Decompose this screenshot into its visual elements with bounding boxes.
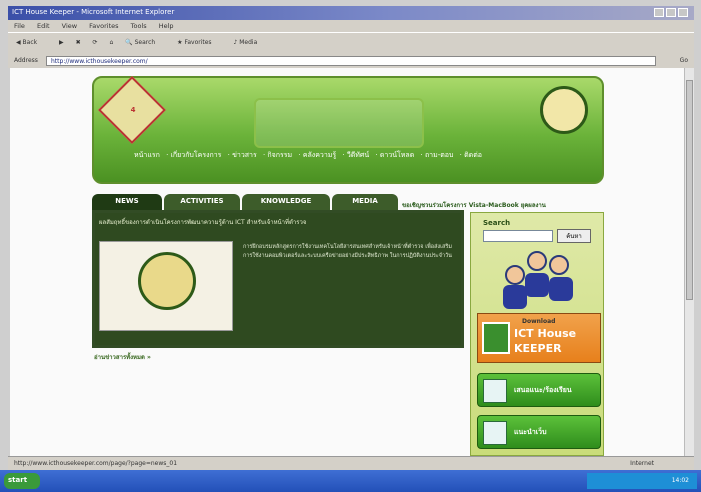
menu-favorites[interactable]: Favorites [89,22,118,30]
news-more-link[interactable]: อ่านข่าวสารทั้งหมด » [94,352,151,362]
menu-help[interactable]: Help [159,22,174,30]
search-label: Search [134,39,156,46]
police-officers-illustration [501,251,575,309]
officer-body [549,277,573,301]
tab-news[interactable]: NEWS [92,194,162,210]
search-input[interactable] [483,230,553,242]
news-panel: ผลสัมฤทธิ์ของการดำเนินโครงการพัฒนาความรู… [92,210,464,348]
menu-edit[interactable]: Edit [37,22,50,30]
news-headline[interactable]: ผลสัมฤทธิ์ของการดำเนินโครงการพัฒนาความรู… [99,217,459,227]
nav-item-faq[interactable]: ถาม-ตอบ [425,151,454,159]
feedback-button[interactable]: เสนอแนะ/ร้องเรียน [477,373,601,407]
nav-item-download[interactable]: ดาวน์โหลด [380,151,414,159]
news-thumbnail[interactable] [99,241,233,331]
refresh-icon[interactable]: ⟳ [93,39,98,46]
officer-body [503,285,527,309]
menu-bar: File Edit View Favorites Tools Help [8,20,694,32]
right-sidebar: Search ค้นหา Download ICT House KEEPER เ… [470,212,604,456]
status-bar: http://www.icthousekeeper.com/page/?page… [8,456,694,470]
recommend-site-button[interactable]: แนะนำเว็บ [477,415,601,449]
mail-icon [483,421,507,445]
search-submit-button[interactable]: ค้นหา [557,229,591,243]
police-seal-logo [540,86,588,134]
stop-icon[interactable]: ✖ [76,39,81,46]
back-button[interactable]: ◀ Back [16,39,47,46]
browser-toolbar: ◀ Back ▶ ✖ ⟳ ⌂ 🔍 Search ★ Favorites ♪ Me… [8,32,694,54]
menu-view[interactable]: View [62,22,77,30]
media-label: Media [239,39,258,46]
favorites-button[interactable]: ★ Favorites [177,39,221,46]
system-tray: 14:02 [587,473,697,489]
feedback-label: เสนอแนะ/ร้องเรียน [514,386,572,394]
marquee-ticker[interactable]: ขอเชิญชวนร่วมโครงการ Vista-MacBook ยุคผล… [402,200,602,210]
favorites-label: Favorites [184,39,212,46]
forward-icon[interactable]: ▶ [59,39,64,46]
officer-body [525,273,549,297]
main-nav: หน้าแรก · เกี่ยวกับโครงการ · ข่าวสาร · ก… [134,151,482,159]
nav-item-home[interactable]: หน้าแรก [134,151,160,159]
nav-item-activities[interactable]: กิจกรรม [267,151,292,159]
officer-head [549,255,569,275]
menu-tools[interactable]: Tools [131,22,147,30]
tab-knowledge[interactable]: KNOWLEDGE [242,194,330,210]
mail-icon [483,379,507,403]
minimize-icon[interactable] [654,8,664,17]
ict-title-line1: ICT House [514,327,577,340]
logo-number: 4 [130,106,136,114]
window-title: ICT House Keeper - Microsoft Internet Ex… [12,8,175,16]
scrollbar-thumb[interactable] [686,80,693,300]
nav-item-contact[interactable]: ติดต่อ [464,151,482,159]
home-icon[interactable]: ⌂ [109,39,113,46]
back-label: Back [22,39,38,46]
ict-download-label: Download [522,318,556,325]
officer-head [505,265,525,285]
vertical-scrollbar[interactable] [684,68,694,456]
ict-title-line2: KEEPER [514,342,562,355]
tab-media[interactable]: MEDIA [332,194,398,210]
search-label: Search [483,219,511,227]
close-icon[interactable] [678,8,688,17]
officer-head [527,251,547,271]
seal-image [138,252,196,310]
address-label: Address [14,57,38,64]
nav-item-about[interactable]: เกี่ยวกับโครงการ [171,151,222,159]
media-button[interactable]: ♪ Media [233,39,267,46]
start-button[interactable]: start [4,473,40,489]
maximize-icon[interactable] [666,8,676,17]
nav-item-video[interactable]: วีดีทัศน์ [347,151,369,159]
nav-item-news[interactable]: ข่าวสาร [232,151,257,159]
news-summary: การฝึกอบรมหลักสูตรการใช้งานเทคโนโลยีสารส… [243,244,452,259]
windows-taskbar: start 14:02 [0,470,701,492]
download-icon [482,322,510,354]
recommend-label: แนะนำเว็บ [514,428,547,436]
search-button[interactable]: 🔍 Search [125,39,165,46]
nav-item-knowledge[interactable]: คลังความรู้ [303,151,336,159]
internet-zone: Internet [630,460,654,467]
ict-housekeeper-download-banner[interactable]: Download ICT House KEEPER [477,313,601,363]
status-text: http://www.icthousekeeper.com/page/?page… [14,460,178,467]
header-illustration [254,98,424,148]
clock: 14:02 [671,477,689,484]
address-input[interactable]: http://www.icthousekeeper.com/ [46,56,656,66]
tab-activities[interactable]: ACTIVITIES [164,194,240,210]
go-button[interactable]: Go [680,57,688,64]
menu-file[interactable]: File [14,22,25,30]
site-header-banner: 4 หน้าแรก · เกี่ยวกับโครงการ · ข่าวสาร ·… [92,76,604,184]
address-bar: Address http://www.icthousekeeper.com/ G… [8,54,694,68]
window-titlebar: ICT House Keeper - Microsoft Internet Ex… [8,6,694,20]
page-viewport: 4 หน้าแรก · เกี่ยวกับโครงการ · ข่าวสาร ·… [10,68,684,456]
